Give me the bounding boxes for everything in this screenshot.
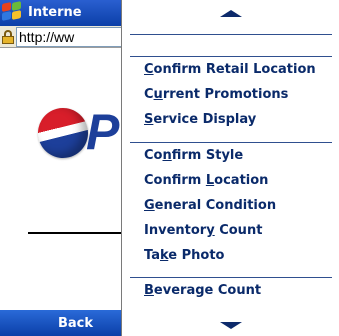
popup-menu: Confirm Retail Location Current Promotion… xyxy=(121,0,339,336)
scroll-down-arrow-icon xyxy=(220,322,242,329)
menu-item-confirm-retail-location[interactable]: Confirm Retail Location xyxy=(144,62,316,84)
menu-separator xyxy=(130,142,332,143)
menu-item-confirm-style[interactable]: Confirm Style xyxy=(144,148,243,170)
menu-item-inventory-count[interactable]: Inventory Count xyxy=(144,223,262,245)
menu-item-service-display[interactable]: Service Display xyxy=(144,112,256,134)
back-softkey[interactable]: Back xyxy=(0,310,120,336)
menu-scroll-down-button[interactable] xyxy=(122,314,339,334)
pepsi-wordmark: P xyxy=(86,104,119,160)
menu-item-general-condition[interactable]: General Condition xyxy=(144,198,276,220)
menu-scroll-up-button[interactable] xyxy=(122,4,339,24)
menu-item-take-photo[interactable]: Take Photo xyxy=(144,248,224,270)
menu-item-beverage-count[interactable]: Beverage Count xyxy=(144,283,261,305)
pepsi-globe-logo xyxy=(32,102,94,164)
scroll-up-arrow-icon xyxy=(220,10,242,17)
menu-item-confirm-location[interactable]: Confirm Location xyxy=(144,173,268,195)
content-divider xyxy=(28,232,128,234)
menu-item-current-promotions[interactable]: Current Promotions xyxy=(144,87,288,109)
menu-separator xyxy=(130,277,332,278)
menu-separator xyxy=(130,34,332,35)
lock-icon xyxy=(2,30,16,44)
menu-separator xyxy=(130,56,332,57)
window-title: Interne xyxy=(28,5,82,20)
windows-flag-icon[interactable] xyxy=(2,1,24,23)
